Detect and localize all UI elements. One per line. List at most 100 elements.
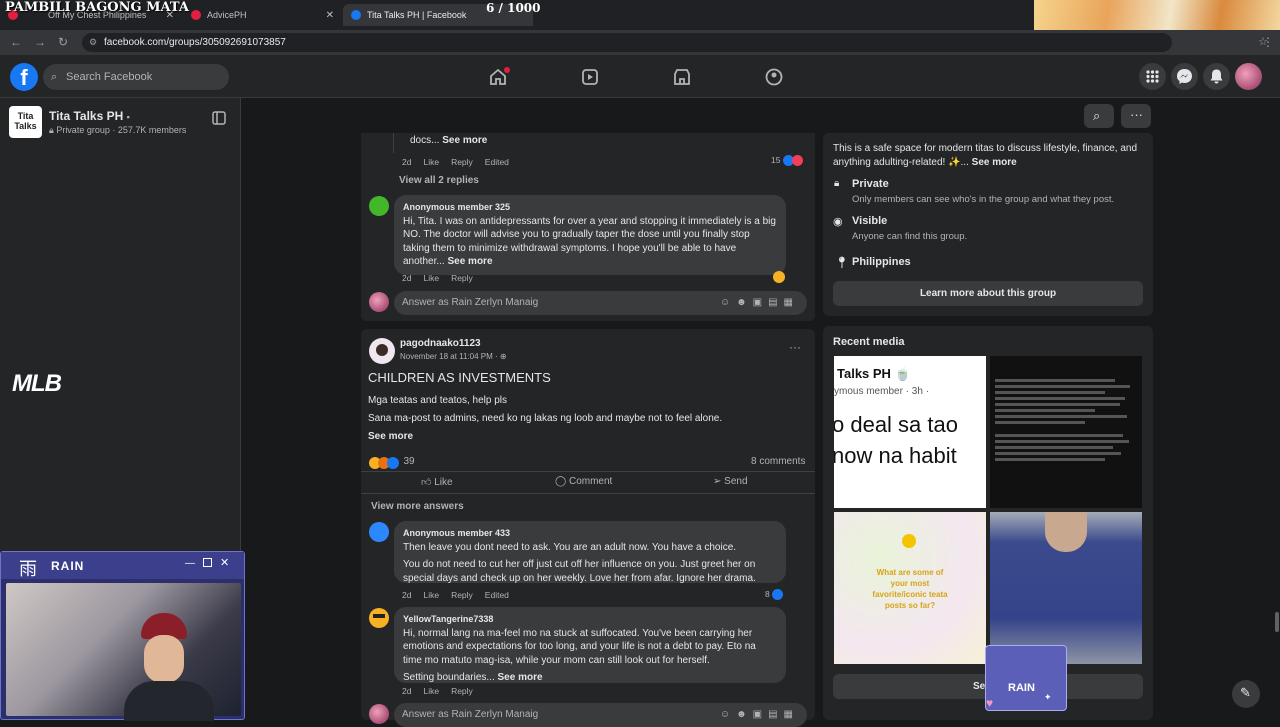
reaction-count-text: 15 (771, 155, 781, 165)
text-line (995, 397, 1125, 400)
reaction-count[interactable]: 15 (771, 155, 803, 167)
like-link[interactable]: Like (423, 273, 439, 283)
comment-time[interactable]: 2d (402, 157, 411, 167)
reload-icon[interactable]: ↻ (58, 35, 68, 49)
reply-link[interactable]: Reply (451, 273, 473, 283)
reaction-count[interactable]: 8 (765, 589, 784, 601)
post-date[interactable]: November 18 at 11:04 PM · ⊕ (400, 352, 507, 361)
notifications-button[interactable] (1203, 63, 1230, 90)
marketplace-icon[interactable] (671, 66, 693, 88)
like-link[interactable]: Like (423, 590, 439, 600)
see-more-link[interactable]: See more (498, 672, 543, 683)
group-logo[interactable]: Tita Talks (9, 106, 42, 138)
text-line (995, 379, 1115, 382)
comment-text: Hi, normal lang na ma-feel mo na stuck a… (403, 627, 756, 666)
facebook-logo-icon[interactable]: f (10, 63, 38, 91)
media-thumbnail[interactable]: Talks PH 🍵 ymous member · 3h · o deal sa… (834, 356, 986, 508)
reply-link[interactable]: Reply (451, 590, 473, 600)
answer-input[interactable]: Answer as Rain Zerlyn Manaig ☺☻▣▤▦ (394, 291, 807, 315)
profile-avatar[interactable] (1235, 63, 1262, 90)
user-avatar (369, 292, 389, 312)
site-info-icon[interactable]: ⚙ (89, 33, 97, 52)
post-author[interactable]: pagodnaako1123 (400, 338, 481, 349)
mlb-logo: MLB (12, 370, 62, 397)
like-link[interactable]: Like (423, 157, 439, 167)
comment-time[interactable]: 2d (402, 686, 411, 696)
send-button[interactable]: ➢ Send (713, 476, 748, 487)
tab-advice-ph[interactable]: AdvicePH ✕ (183, 4, 340, 26)
browser-urlbar: ← → ↻ ⚙ facebook.com/groups/305092691073… (0, 30, 1280, 55)
thumbs-up-icon: 👍︎ (421, 477, 432, 488)
comment-time[interactable]: 2d (402, 590, 411, 600)
groups-icon[interactable] (763, 66, 785, 88)
post-card: docs... See more 2d Like Reply Edited 15… (361, 133, 815, 321)
care-reaction-icon[interactable] (773, 271, 785, 283)
composer-icons[interactable]: ☺☻▣▤▦ (720, 291, 799, 315)
text-line (995, 415, 1127, 418)
sparkle-icon: ✦ (1044, 692, 1052, 702)
text-line (995, 452, 1121, 455)
view-more-answers-link[interactable]: View more answers (371, 501, 464, 512)
like-reaction-icon (772, 589, 784, 601)
text-line (995, 440, 1129, 443)
author-avatar[interactable] (369, 338, 395, 364)
learn-more-button[interactable]: Learn more about this group (833, 281, 1143, 306)
video-icon[interactable] (579, 66, 601, 88)
browser-menu-icon[interactable]: ⋮ (1262, 35, 1274, 49)
commenter-name[interactable]: Anonymous member 433 (403, 527, 777, 541)
media-thumbnail[interactable] (990, 512, 1142, 664)
heart-icon: ♥ (986, 696, 994, 710)
new-message-button[interactable]: ✎ (1232, 680, 1260, 708)
back-icon[interactable]: ← (10, 35, 22, 49)
comment-text: docs... (410, 135, 440, 146)
love-reaction-icon (791, 155, 803, 167)
close-tab-icon[interactable]: ✕ (326, 10, 334, 21)
media-thumbnail[interactable] (990, 356, 1142, 508)
edited-label: Edited (484, 157, 509, 167)
group-search-button[interactable]: ⌕ (1084, 104, 1114, 128)
recent-media-title: Recent media (833, 336, 905, 348)
tab-label: AdvicePH (207, 10, 247, 20)
see-more-link[interactable]: See more (442, 135, 487, 146)
like-button[interactable]: 👍︎ Like (421, 476, 453, 488)
globe-icon: ⊕ (499, 352, 507, 361)
composer-icons[interactable]: ☺☻▣▤▦ (720, 703, 799, 727)
webcam-overlay: 雨 RAIN — ✕ (0, 551, 245, 721)
comments-count[interactable]: 8 comments (751, 456, 805, 467)
text-line (995, 458, 1105, 461)
comment-label: Comment (568, 476, 613, 487)
see-more-link[interactable]: See more (368, 431, 413, 442)
group-more-button[interactable]: ··· (1121, 104, 1151, 128)
see-more-link[interactable]: See more (972, 157, 1017, 168)
answer-input[interactable]: Answer as Rain Zerlyn Manaig ☺☻▣▤▦ (394, 703, 807, 727)
comment-bubble: YellowTangerine7338 Hi, normal lang na m… (394, 607, 786, 683)
media-text: favorite/iconic teata (872, 590, 948, 599)
post-body-line: Sana ma-post to admins, need ko ng lakas… (368, 413, 723, 424)
scrollbar-thumb[interactable] (1275, 612, 1279, 632)
comment-time[interactable]: 2d (402, 273, 411, 283)
text-line (995, 446, 1113, 449)
reply-link[interactable]: Reply (451, 686, 473, 696)
group-name[interactable]: Tita Talks PH ▪ (49, 109, 130, 123)
post-options-icon[interactable]: ··· (789, 340, 801, 354)
menu-grid-button[interactable] (1139, 63, 1166, 90)
commenter-name[interactable]: YellowTangerine7338 (403, 613, 777, 627)
messenger-button[interactable] (1171, 63, 1198, 90)
search-input[interactable]: ⌕ Search Facebook (43, 64, 229, 90)
post-date-text: November 18 at 11:04 PM · (400, 352, 500, 361)
facebook-favicon-icon (351, 10, 361, 20)
commenter-name[interactable]: Anonymous member 325 (403, 201, 777, 215)
view-replies-link[interactable]: View all 2 replies (399, 175, 479, 186)
like-link[interactable]: Like (423, 686, 439, 696)
see-more-link[interactable]: See more (447, 256, 492, 267)
media-text: now na habit (834, 443, 957, 468)
forward-icon[interactable]: → (34, 35, 46, 49)
address-bar[interactable]: ⚙ facebook.com/groups/305092691073857 ☆ (82, 33, 1268, 52)
media-thumbnail[interactable]: What are some of your most favorite/icon… (834, 512, 986, 664)
comment-button[interactable]: ◯ Comment (555, 476, 612, 487)
see-all-label: Se (973, 681, 986, 692)
comment-bubble: Anonymous member 433 Then leave you dont… (394, 521, 786, 584)
collapse-sidebar-icon[interactable] (209, 110, 229, 126)
reply-link[interactable]: Reply (451, 157, 473, 167)
answer-placeholder: Answer as Rain Zerlyn Manaig (402, 709, 539, 720)
